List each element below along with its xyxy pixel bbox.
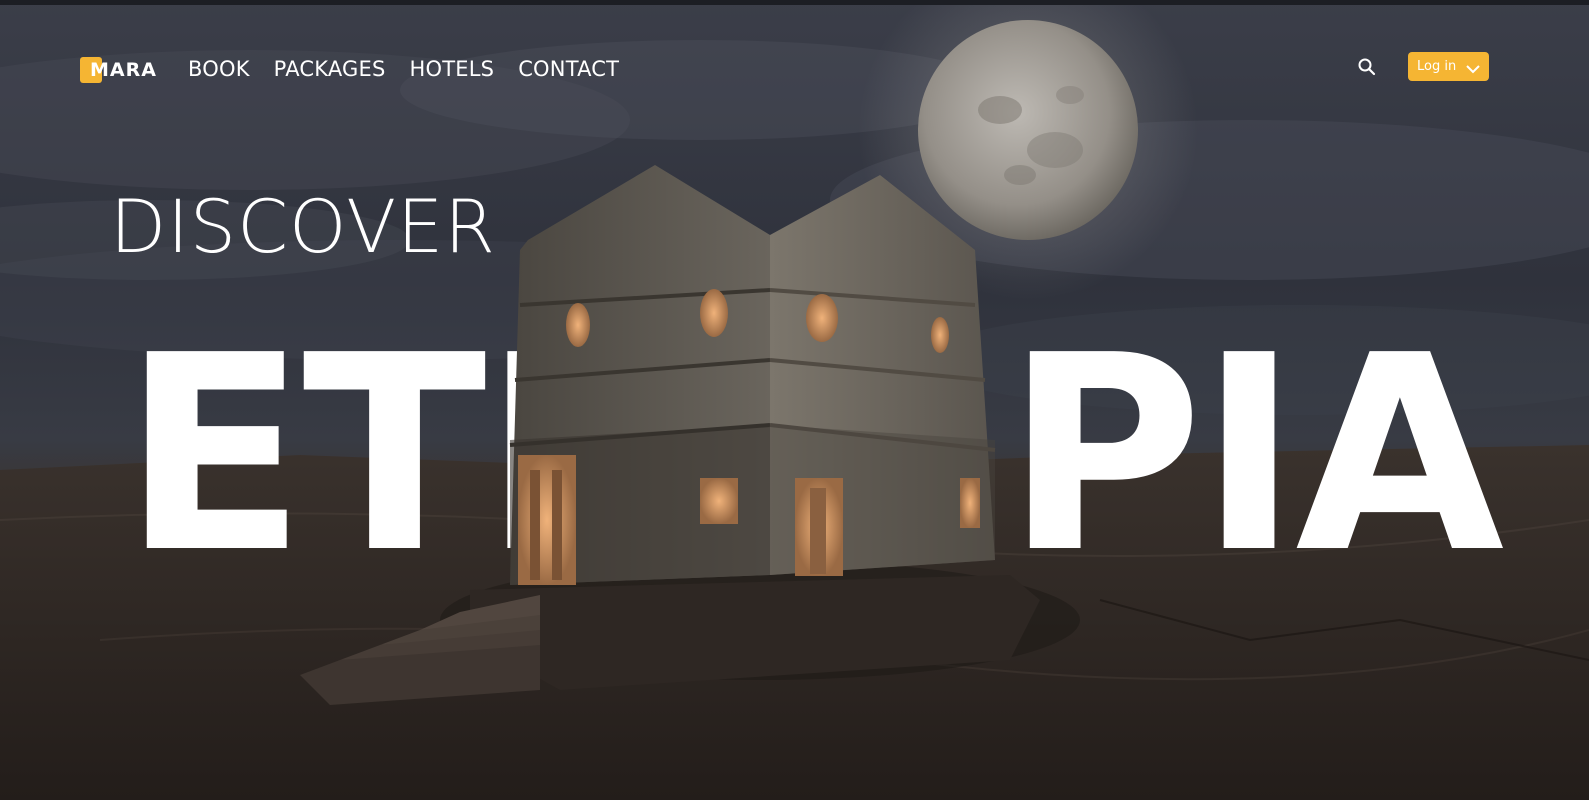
nav-link-packages[interactable]: PACKAGES (274, 55, 386, 83)
nav-link-hotels[interactable]: HOTELS (410, 55, 495, 83)
hero-headline-left: ETH (122, 297, 709, 612)
nav-links: BOOK PACKAGES HOTELS CONTACT (188, 55, 643, 83)
login-label: Log in (1417, 59, 1457, 74)
brand-name: MARA (90, 59, 157, 81)
nav-link-contact[interactable]: CONTACT (518, 55, 619, 83)
top-border (0, 0, 1589, 5)
hero-headline-right: PIA (1005, 297, 1504, 612)
search-icon[interactable] (1357, 57, 1377, 77)
brand-logo[interactable]: MARA (80, 57, 156, 83)
hero-kicker: DISCOVER (110, 185, 497, 270)
chevron-down-icon (1466, 60, 1480, 74)
nav-link-book[interactable]: BOOK (188, 55, 250, 83)
login-button[interactable]: Log in (1408, 52, 1489, 81)
navbar: MARA BOOK PACKAGES HOTELS CONTACT Log in (0, 0, 1589, 140)
